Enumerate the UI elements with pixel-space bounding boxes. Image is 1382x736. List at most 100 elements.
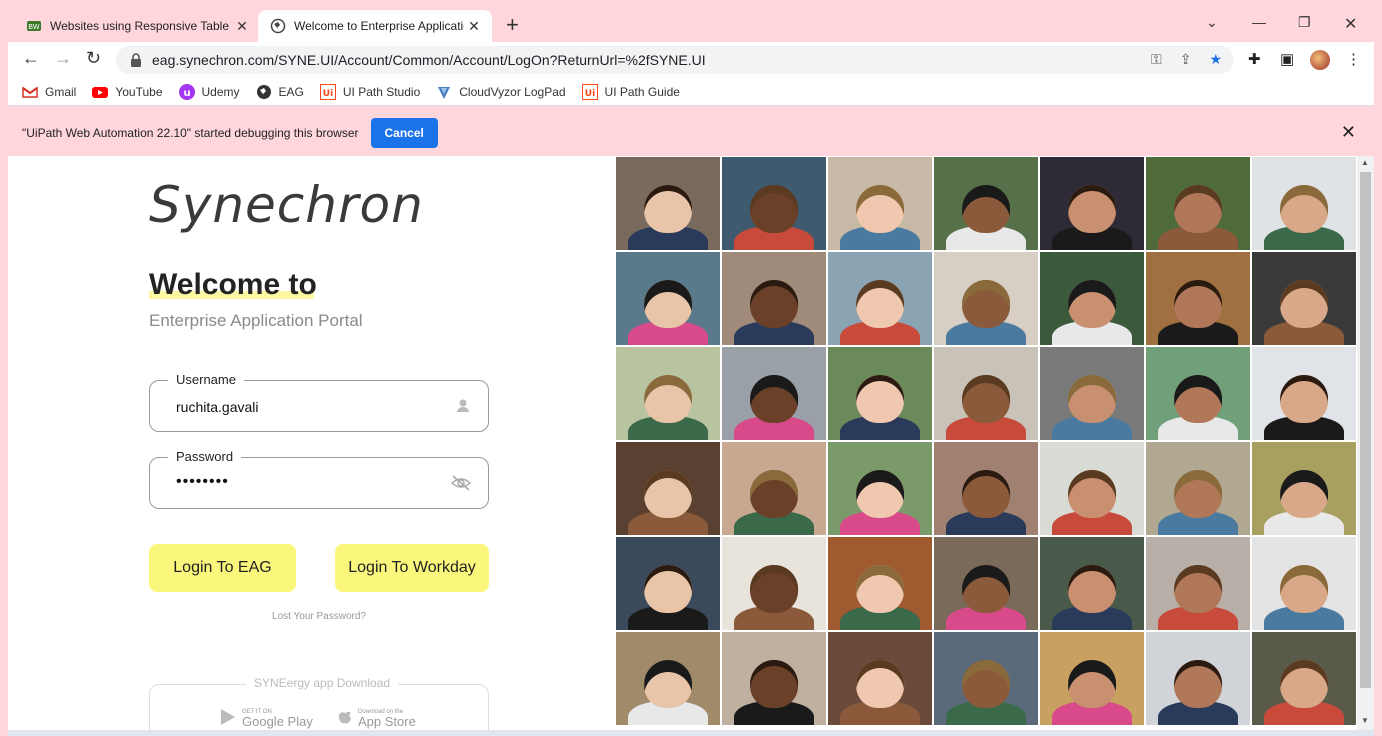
tab-builtwith[interactable]: BW Websites using Responsive Table ✕ (14, 10, 260, 42)
extensions-icon[interactable]: ✚ (1248, 50, 1261, 68)
infobar-close-icon[interactable]: ✕ (1341, 122, 1356, 143)
key-icon[interactable]: ⚿ (1151, 51, 1162, 68)
avatar[interactable] (1310, 50, 1330, 70)
password-field[interactable]: Password •••••••• (149, 449, 489, 509)
login-eag-button[interactable]: Login To EAG (149, 544, 296, 592)
employee-photo (1251, 441, 1357, 536)
svg-text:Ui: Ui (584, 89, 594, 99)
reload-icon[interactable]: ↻ (86, 48, 101, 69)
employee-photo (721, 251, 827, 346)
photo-figure-face (644, 279, 692, 329)
photo-figure-face (644, 469, 692, 519)
google-play-text: Google Play (242, 714, 313, 729)
photo-figure-face (644, 374, 692, 424)
apple-icon (338, 711, 351, 724)
bookmark-eag[interactable]: EAG (256, 84, 304, 100)
employee-photo (1145, 156, 1251, 251)
photo-figure-face (1280, 469, 1328, 519)
photo-figure-face (962, 564, 1010, 614)
builtwith-icon: BW (26, 18, 42, 34)
photo-figure-face (1174, 184, 1222, 234)
photo-figure-face (1174, 279, 1222, 329)
tab-search-icon[interactable]: ⌄ (1206, 14, 1218, 31)
page-content: Synechron Welcome to Enterprise Applicat… (8, 156, 1374, 730)
bookmark-label: UI Path Guide (604, 84, 680, 99)
address-bar[interactable]: eag.synechron.com/SYNE.UI/Account/Common… (116, 46, 1234, 74)
bookmark-label: YouTube (115, 84, 163, 99)
forward-icon[interactable]: → (54, 48, 72, 69)
photo-figure-face (1068, 469, 1116, 519)
employee-photo (721, 536, 827, 631)
page-scrollbar[interactable]: ▲ ▼ (1357, 156, 1374, 730)
scrollbar-thumb[interactable] (1360, 172, 1371, 688)
photo-figure-face (856, 469, 904, 519)
photo-figure-face (1174, 659, 1222, 709)
photo-figure-face (1280, 184, 1328, 234)
bookmark-label: UI Path Studio (342, 84, 421, 99)
photo-figure-face (1174, 374, 1222, 424)
employee-photo (827, 631, 933, 726)
bookmark-uipath-guide[interactable]: Ui UI Path Guide (581, 83, 680, 100)
photo-figure-face (1280, 374, 1328, 424)
username-value[interactable]: ruchita.gavali (176, 399, 259, 415)
photo-figure-face (1280, 564, 1328, 614)
photo-figure-face (962, 469, 1010, 519)
restore-icon[interactable]: ❐ (1298, 14, 1311, 31)
employee-photo (933, 631, 1039, 726)
bookmark-cloudvyzor[interactable]: CloudVyzor LogPad (436, 84, 566, 100)
browser-toolbar: ← → ↻ eag.synechron.com/SYNE.UI/Account/… (8, 42, 1374, 78)
username-label: Username (168, 372, 244, 387)
share-icon[interactable]: ⇪ (1180, 51, 1192, 68)
globe-icon (256, 84, 272, 100)
menu-icon[interactable]: ⋮ (1346, 50, 1361, 68)
scroll-down-icon[interactable]: ▼ (1361, 716, 1369, 725)
app-download-label: SYNEergy app Download (246, 676, 399, 690)
login-workday-button[interactable]: Login To Workday (335, 544, 489, 592)
close-tab-icon[interactable]: ✕ (464, 18, 484, 35)
employee-photo (1145, 346, 1251, 441)
lost-password-link[interactable]: Lost Your Password? (149, 611, 489, 622)
photo-figure-face (856, 279, 904, 329)
tab-enterprise-portal[interactable]: Welcome to Enterprise Applicatio ✕ (258, 10, 492, 42)
uipath-icon: Ui (581, 83, 598, 100)
window-close-icon[interactable]: ✕ (1344, 14, 1357, 34)
bookmark-star-icon[interactable]: ★ (1209, 51, 1222, 68)
cancel-debugging-button[interactable]: Cancel (370, 118, 438, 148)
photo-figure-face (962, 184, 1010, 234)
bookmark-udemy[interactable]: u Udemy (178, 83, 240, 100)
employee-photo (1039, 346, 1145, 441)
bookmark-youtube[interactable]: YouTube (92, 84, 163, 100)
minimize-icon[interactable]: — (1252, 14, 1266, 30)
debugging-infobar: "UiPath Web Automation 22.10" started de… (8, 110, 1374, 156)
employee-photo (827, 536, 933, 631)
employee-photo (933, 251, 1039, 346)
eye-off-icon[interactable] (450, 474, 472, 492)
employee-photo (1145, 441, 1251, 536)
close-tab-icon[interactable]: ✕ (232, 18, 252, 35)
employee-photo (721, 156, 827, 251)
employee-photo (1251, 251, 1357, 346)
scroll-up-icon[interactable]: ▲ (1361, 158, 1369, 167)
photo-figure-face (1068, 279, 1116, 329)
photo-figure-face (962, 279, 1010, 329)
back-icon[interactable]: ← (22, 48, 40, 69)
side-panel-icon[interactable]: ▣ (1280, 50, 1294, 68)
bookmark-gmail[interactable]: Gmail (22, 84, 76, 100)
app-store-badge[interactable]: Download on the App Store (338, 707, 416, 728)
photo-figure-face (750, 659, 798, 709)
new-tab-icon[interactable]: + (506, 14, 519, 36)
username-field[interactable]: Username ruchita.gavali (149, 372, 489, 432)
svg-text:BW: BW (28, 23, 40, 31)
password-value[interactable]: •••••••• (176, 473, 229, 491)
employee-photo (827, 156, 933, 251)
employee-photo (1251, 631, 1357, 726)
google-play-badge[interactable]: GET IT ON Google Play (220, 707, 313, 729)
udemy-icon: u (178, 83, 195, 100)
photo-figure-face (1068, 374, 1116, 424)
employee-photo (721, 346, 827, 441)
password-label: Password (168, 449, 242, 464)
employee-photo (615, 536, 721, 631)
bookmark-uipath-studio[interactable]: Ui UI Path Studio (319, 83, 421, 100)
employee-photo (1251, 346, 1357, 441)
employee-photo (1145, 631, 1251, 726)
